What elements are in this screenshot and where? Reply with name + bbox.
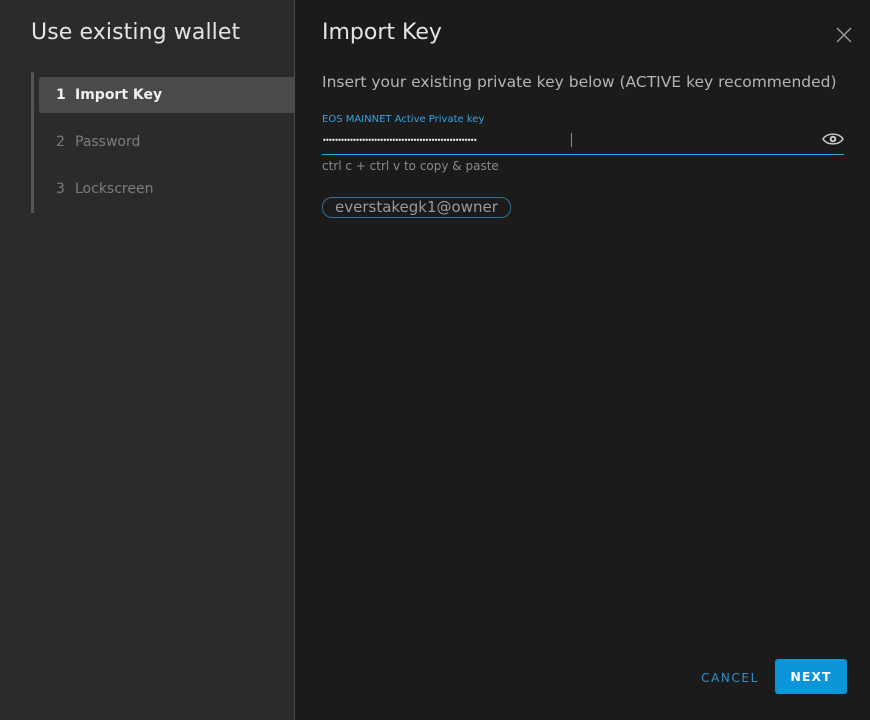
step-number: 2 xyxy=(56,134,65,150)
step-import-key[interactable]: 1 Import Key xyxy=(39,77,297,113)
sidebar-title: Use existing wallet xyxy=(31,20,241,45)
step-number: 3 xyxy=(56,181,65,197)
step-list: 1 Import Key 2 Password 3 Lockscreen xyxy=(31,72,297,213)
step-number: 1 xyxy=(56,87,66,103)
step-label: Password xyxy=(75,134,141,150)
step-label: Import Key xyxy=(75,87,163,103)
private-key-input[interactable]: ••••••••••••••••••••••••••••••••••••••••… xyxy=(322,130,812,152)
next-button[interactable]: NEXT xyxy=(775,659,847,694)
text-caret xyxy=(571,133,572,147)
cancel-button[interactable]: CANCEL xyxy=(685,666,775,690)
private-key-field: ••••••••••••••••••••••••••••••••••••••••… xyxy=(322,128,844,155)
wizard-sidebar: Use existing wallet 1 Import Key 2 Passw… xyxy=(0,0,297,720)
step-password[interactable]: 2 Password xyxy=(39,124,297,160)
instruction-text: Insert your existing private key below (… xyxy=(322,73,837,91)
import-wallet-dialog: Use existing wallet 1 Import Key 2 Passw… xyxy=(0,0,870,720)
step-label: Lockscreen xyxy=(75,181,154,197)
paste-hint: ctrl c + ctrl v to copy & paste xyxy=(322,159,499,173)
private-key-label: EOS MAINNET Active Private key xyxy=(322,114,485,125)
wizard-content: Import Key Insert your existing private … xyxy=(295,0,870,720)
account-chip[interactable]: everstakegk1@owner xyxy=(322,197,511,218)
close-icon[interactable] xyxy=(835,26,853,44)
page-title: Import Key xyxy=(322,20,442,45)
eye-icon[interactable] xyxy=(822,131,844,147)
step-lockscreen[interactable]: 3 Lockscreen xyxy=(39,171,297,207)
